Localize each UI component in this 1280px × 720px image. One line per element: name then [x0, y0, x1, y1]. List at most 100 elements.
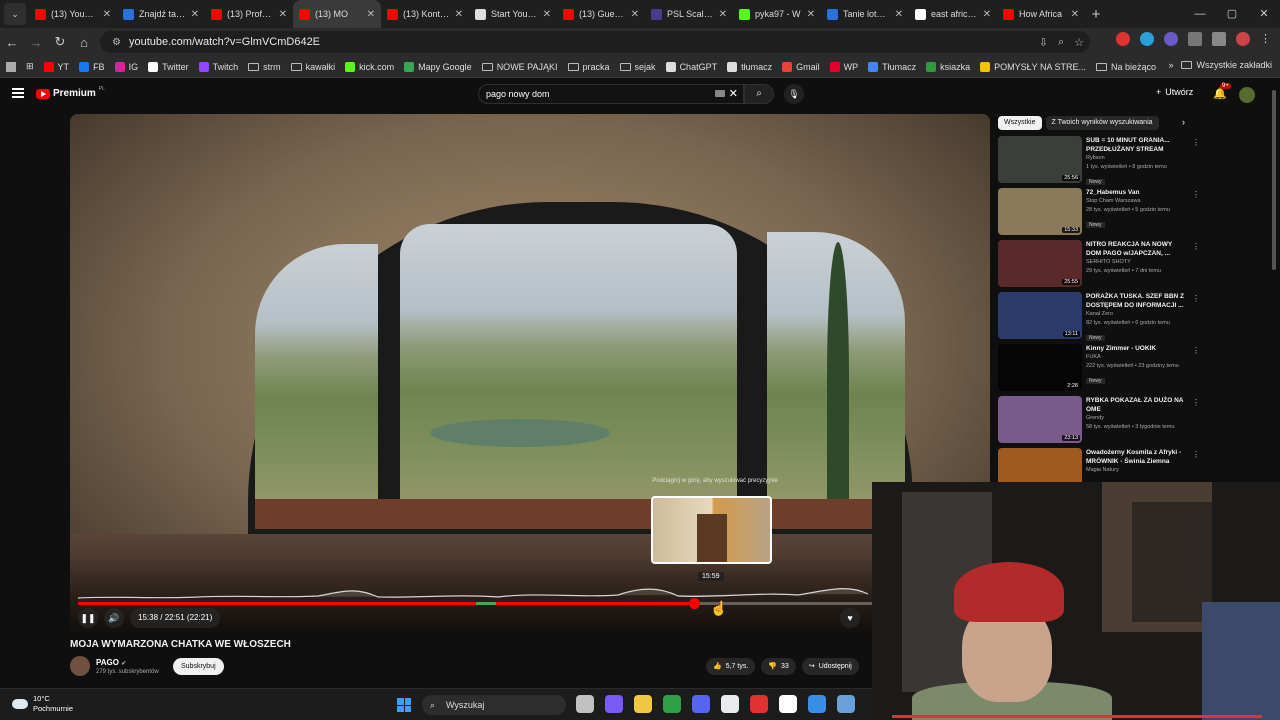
menu-icon[interactable]: [12, 88, 24, 98]
more-options-icon[interactable]: ⋮: [1192, 294, 1200, 303]
close-tab-icon[interactable]: ✕: [103, 9, 111, 20]
video-thumbnail[interactable]: 25:55: [998, 240, 1082, 287]
new-tab-button[interactable]: +: [1085, 6, 1107, 23]
account-avatar[interactable]: [1239, 87, 1255, 103]
close-tab-icon[interactable]: ✕: [807, 9, 815, 20]
progress-bar[interactable]: [78, 598, 978, 609]
recommended-video[interactable]: 25:55 NITRO REAKCJA NA NOWY DOM PAGO w/JA…: [998, 240, 1200, 290]
taskbar-app-icon[interactable]: [692, 695, 710, 713]
scrubber-handle[interactable]: [689, 598, 700, 609]
video-thumbnail[interactable]: 15:33: [998, 188, 1082, 235]
extension-icon[interactable]: [1164, 32, 1178, 46]
browser-tab[interactable]: east africa c ✕: [909, 0, 997, 28]
puzzle-icon[interactable]: [1188, 32, 1202, 46]
recommended-video[interactable]: 13:11 PORAŻKA TUSKA. SZEF BBN Z DOSTĘPEM …: [998, 292, 1200, 342]
recommended-title[interactable]: PORAŻKA TUSKA. SZEF BBN Z DOSTĘPEM DO IN…: [1086, 292, 1186, 310]
recommended-channel[interactable]: Rybson: [1086, 154, 1186, 163]
chevron-right-icon[interactable]: ›: [1182, 117, 1185, 127]
zoom-icon[interactable]: ⌕: [1058, 36, 1064, 49]
share-button[interactable]: ↪ Udostępnij: [801, 658, 859, 675]
minimize-icon[interactable]: —: [1184, 0, 1216, 28]
all-bookmarks-folder[interactable]: Wszystkie zakładki: [1181, 60, 1272, 70]
recommended-title[interactable]: SUB = 10 MINUT GRANIA... PRZEDŁUŻANY STR…: [1086, 136, 1186, 154]
taskbar-app-icon[interactable]: [808, 695, 826, 713]
maximize-icon[interactable]: ▢: [1216, 0, 1248, 28]
browser-tab[interactable]: Start Your S ✕: [469, 0, 557, 28]
recommended-video[interactable]: 23:13 RYBKA POKAZAŁ ZA DUŻO NA OME Grendy 5…: [998, 396, 1200, 446]
close-tab-icon[interactable]: ✕: [367, 9, 375, 20]
close-tab-icon[interactable]: ✕: [719, 9, 727, 20]
bookmark-item[interactable]: sejak: [619, 62, 656, 72]
like-button[interactable]: 👍 5,7 tys.: [706, 658, 756, 675]
close-tab-icon[interactable]: ✕: [895, 9, 903, 20]
browser-tab[interactable]: (13) Profeso ✕: [205, 0, 293, 28]
tab-search-icon[interactable]: ⌄: [4, 3, 26, 25]
more-options-icon[interactable]: ⋮: [1192, 450, 1200, 459]
tab-groups-icon[interactable]: [6, 61, 16, 72]
browser-tab[interactable]: (13) YouTube ✕: [29, 0, 117, 28]
browser-tab[interactable]: (13) MO ✕: [293, 0, 381, 28]
video-thumbnail[interactable]: 13:11: [998, 292, 1082, 339]
youtube-logo[interactable]: Premium PL: [36, 86, 105, 99]
bookmark-item[interactable]: NOWE PAJĄKI: [481, 62, 558, 72]
keyboard-icon[interactable]: [715, 90, 725, 97]
recommended-channel[interactable]: Kanał Zero: [1086, 310, 1186, 319]
autoplay-button[interactable]: ♥: [840, 608, 860, 628]
recommended-title[interactable]: 72_Habemus Van: [1086, 188, 1186, 197]
video-thumbnail[interactable]: 23:13: [998, 396, 1082, 443]
bookmark-item[interactable]: Gmail: [782, 61, 820, 72]
home-icon[interactable]: ⌂: [72, 35, 96, 50]
media-icon[interactable]: [1212, 32, 1226, 46]
video-player[interactable]: Podciągnij w górę, aby wyszukiwać precyz…: [70, 114, 990, 632]
record-extension-icon[interactable]: [1116, 32, 1130, 46]
taskbar-app-icon[interactable]: [750, 695, 768, 713]
more-options-icon[interactable]: ⋮: [1192, 242, 1200, 251]
install-icon[interactable]: ⇩: [1039, 36, 1048, 49]
bookmark-item[interactable]: kawałki: [290, 62, 335, 72]
bookmark-item[interactable]: Na bieżąco: [1096, 62, 1156, 72]
extension-icon[interactable]: [1140, 32, 1154, 46]
weather-widget[interactable]: 10°C Pochmurnie: [12, 694, 73, 714]
bookmark-item[interactable]: kick.com: [345, 61, 394, 72]
more-bookmarks-icon[interactable]: »: [1168, 60, 1173, 70]
bookmark-item[interactable]: POMYSŁY NA STRE...: [980, 61, 1086, 72]
close-tab-icon[interactable]: ✕: [191, 9, 199, 20]
more-options-icon[interactable]: ⋮: [1192, 138, 1200, 147]
channel-name[interactable]: PAGO ✔: [96, 658, 126, 667]
bookmark-item[interactable]: Mapy Google: [404, 61, 472, 72]
taskbar-app-icon[interactable]: [576, 695, 594, 713]
recommended-video[interactable]: 2:28 Kinny Zimmer - UOKIK FUKA 222 tys. wyś…: [998, 344, 1200, 394]
more-options-icon[interactable]: ⋮: [1192, 398, 1200, 407]
taskbar-app-icon[interactable]: [663, 695, 681, 713]
channel-avatar[interactable]: [70, 656, 90, 676]
windows-start-icon[interactable]: [397, 698, 411, 712]
close-tab-icon[interactable]: ✕: [455, 9, 463, 20]
pause-button[interactable]: ❚❚: [78, 608, 98, 628]
recommended-channel[interactable]: Grendy: [1086, 414, 1186, 423]
bookmark-item[interactable]: tłumacz: [727, 61, 772, 72]
browser-tab[interactable]: How Africa ✕: [997, 0, 1085, 28]
more-options-icon[interactable]: ⋮: [1192, 190, 1200, 199]
recommended-title[interactable]: Owadożerny Kosmita z Afryki - MRÓWNIK - …: [1086, 448, 1186, 466]
voice-search-button[interactable]: 🎙: [784, 84, 804, 104]
search-input[interactable]: pago nowy dom ✕: [478, 84, 744, 104]
create-button[interactable]: + Utwórz: [1156, 87, 1193, 97]
search-button[interactable]: ⌕: [744, 84, 774, 104]
more-options-icon[interactable]: ⋮: [1192, 346, 1200, 355]
reload-icon[interactable]: ↻: [48, 34, 72, 50]
bookmark-item[interactable]: YT: [43, 61, 69, 72]
browser-tab[interactable]: PSL Scale - / ✕: [645, 0, 733, 28]
recommended-title[interactable]: NITRO REAKCJA NA NOWY DOM PAGO w/JAPCZAN…: [1086, 240, 1186, 258]
recommended-video[interactable]: 15:33 72_Habemus Van Stop Cham Warszawa 28 …: [998, 188, 1200, 238]
bookmark-item[interactable]: strm: [248, 62, 281, 72]
site-info-icon[interactable]: ⚙: [112, 37, 121, 48]
video-thumbnail[interactable]: 25:56: [998, 136, 1082, 183]
bookmark-item[interactable]: Twitter: [148, 61, 189, 72]
close-window-icon[interactable]: ✕: [1248, 0, 1280, 28]
profile-icon[interactable]: [1236, 32, 1250, 46]
notifications-button[interactable]: 🔔 9+: [1213, 83, 1231, 100]
bookmark-item[interactable]: ksiazka: [926, 61, 970, 72]
bookmark-item[interactable]: IG: [114, 61, 138, 72]
forward-icon[interactable]: →: [24, 35, 48, 50]
clear-search-icon[interactable]: ✕: [729, 85, 738, 103]
